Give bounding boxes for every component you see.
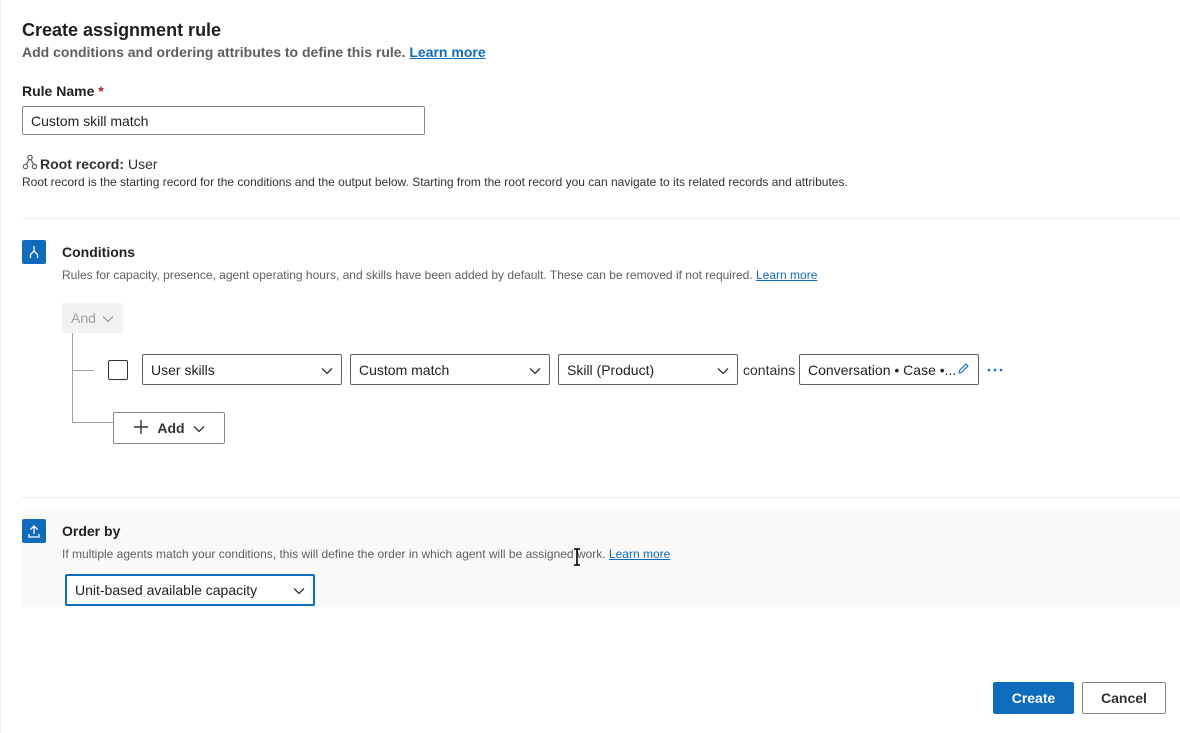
operator-label: contains <box>743 362 796 378</box>
condition-row-checkbox[interactable] <box>108 360 128 380</box>
rule-name-input[interactable] <box>22 106 425 135</box>
chevron-down-icon <box>193 420 205 436</box>
text-cursor-icon <box>572 548 582 571</box>
add-condition-button[interactable]: Add <box>113 412 225 444</box>
section-divider <box>22 497 1180 498</box>
order-by-value: Unit-based available capacity <box>75 582 258 598</box>
section-divider <box>22 218 1180 219</box>
operator-type-dropdown[interactable]: Custom match <box>350 354 550 385</box>
cancel-button[interactable]: Cancel <box>1082 682 1166 714</box>
root-record-description: Root record is the starting record for t… <box>22 175 848 189</box>
required-marker: * <box>98 83 104 99</box>
conditions-learn-more-link[interactable]: Learn more <box>756 268 817 282</box>
value-field[interactable]: Conversation • Case •... <box>799 354 979 385</box>
conditions-icon <box>22 240 46 264</box>
operator-type-value: Custom match <box>359 361 450 378</box>
rule-name-label-text: Rule Name <box>22 83 95 99</box>
root-record-value: User <box>128 155 158 172</box>
attribute-dropdown-value: Skill (Product) <box>567 361 655 378</box>
conditions-title: Conditions <box>62 244 136 260</box>
field-dropdown-value: User skills <box>151 361 215 378</box>
tree-branch <box>72 422 114 423</box>
add-button-label: Add <box>157 420 185 436</box>
order-by-dropdown[interactable]: Unit-based available capacity <box>65 574 315 606</box>
root-record-label: Root record: <box>40 155 124 172</box>
order-by-icon <box>22 519 46 543</box>
order-by-learn-more-link[interactable]: Learn more <box>609 547 670 561</box>
and-operator-label: And <box>71 310 96 326</box>
plus-icon <box>133 419 149 438</box>
rule-name-label: Rule Name * <box>22 83 104 99</box>
chevron-down-icon <box>529 362 541 378</box>
page-subtitle: Add conditions and ordering attributes t… <box>22 44 486 60</box>
tree-branch <box>72 370 94 371</box>
chevron-down-icon <box>102 310 114 326</box>
pencil-icon[interactable] <box>957 362 970 378</box>
chevron-down-icon <box>321 362 333 378</box>
more-options-icon[interactable] <box>986 360 1004 378</box>
create-button[interactable]: Create <box>993 682 1074 714</box>
hierarchy-icon <box>22 154 38 173</box>
attribute-dropdown[interactable]: Skill (Product) <box>558 354 738 385</box>
header-learn-more-link[interactable]: Learn more <box>409 44 485 60</box>
conditions-description: Rules for capacity, presence, agent oper… <box>62 268 817 282</box>
conditions-description-text: Rules for capacity, presence, agent oper… <box>62 268 753 282</box>
and-operator-dropdown[interactable]: And <box>62 303 123 333</box>
page-title: Create assignment rule <box>22 20 222 40</box>
value-field-text: Conversation • Case •... <box>808 361 957 378</box>
chevron-down-icon <box>717 362 729 378</box>
order-by-description-text: If multiple agents match your conditions… <box>62 547 606 561</box>
root-record-line: Root record: User <box>22 154 158 173</box>
field-dropdown[interactable]: User skills <box>142 354 342 385</box>
order-by-title: Order by <box>62 523 121 539</box>
panel-left-border <box>0 0 1 733</box>
tree-line <box>72 333 73 423</box>
chevron-down-icon <box>293 582 305 598</box>
page-subtitle-text: Add conditions and ordering attributes t… <box>22 44 406 60</box>
